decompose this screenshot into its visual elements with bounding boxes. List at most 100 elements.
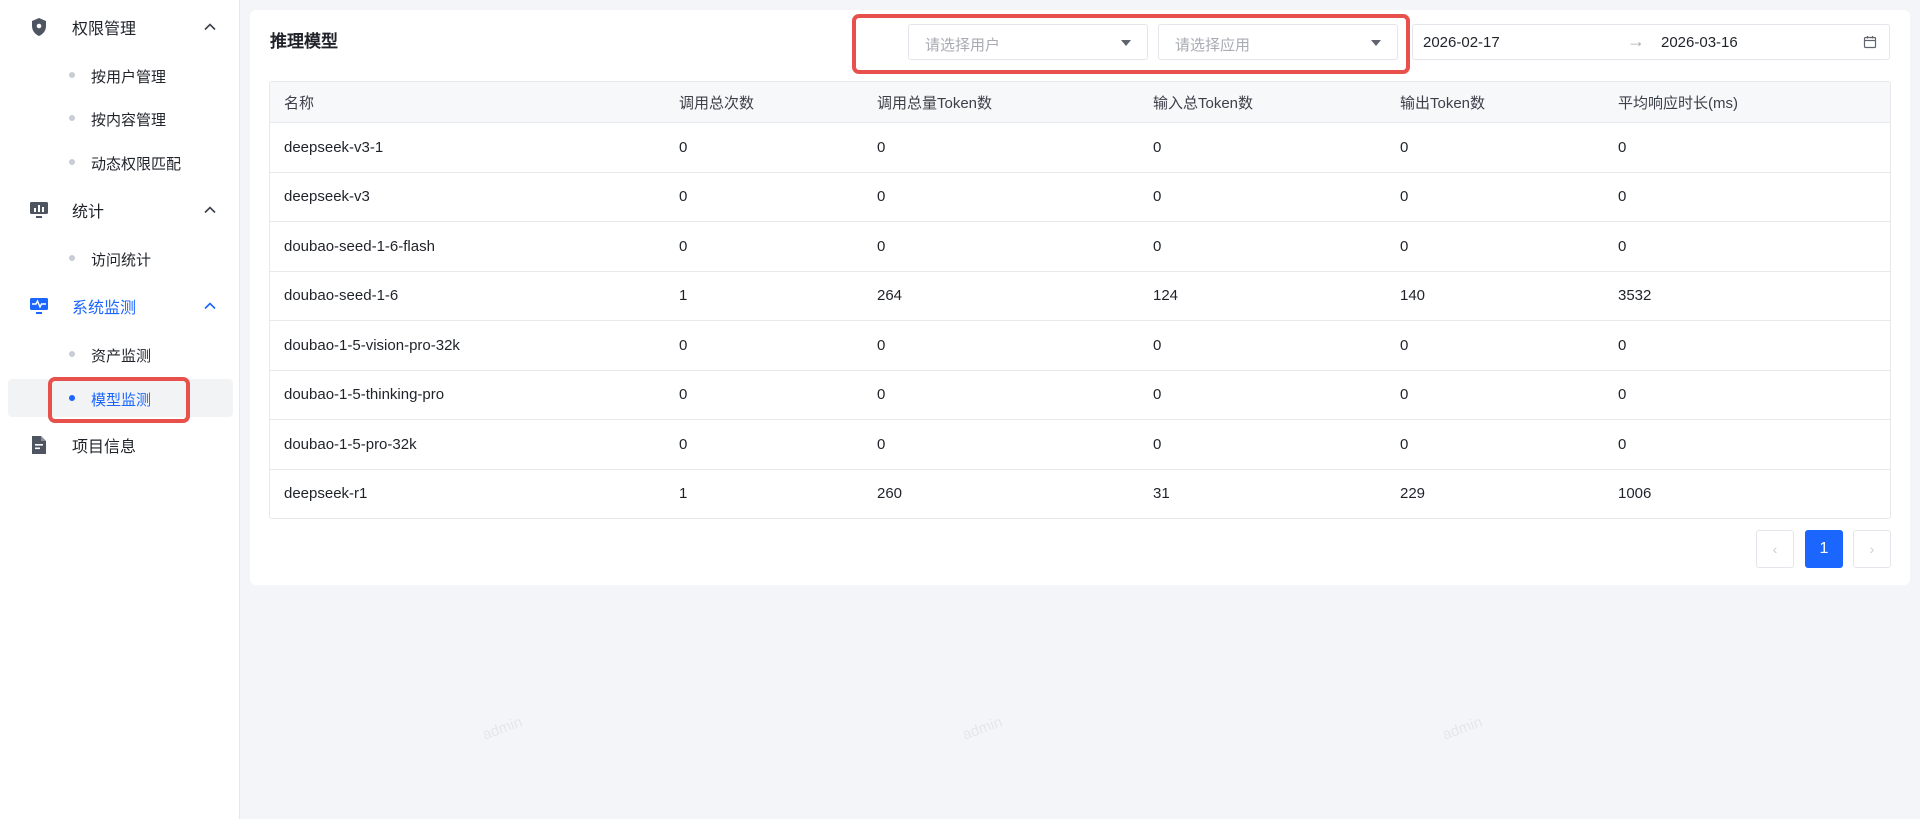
table-cell: 0 xyxy=(1618,386,1627,404)
chevron-up-icon xyxy=(202,202,218,218)
sidebar-group-label: 统计 xyxy=(72,204,105,221)
sidebar: 权限管理 按用户管理 按内容管理 动态权限匹配 统计 访问统计 系统监测 资产监… xyxy=(0,0,240,819)
page-title: 推理模型 xyxy=(270,32,338,51)
caret-down-icon xyxy=(1371,40,1381,46)
table-cell: 0 xyxy=(1400,336,1409,354)
sidebar-item-by-content[interactable]: 按内容管理 xyxy=(8,99,233,137)
table-cell: 260 xyxy=(877,485,903,503)
table-cell: 229 xyxy=(1400,485,1426,503)
sidebar-item-access-stats[interactable]: 访问统计 xyxy=(8,239,233,277)
watermark: admin xyxy=(960,713,1005,744)
table-cell: 1 xyxy=(679,287,688,305)
table-cell: 0 xyxy=(679,336,688,354)
select-placeholder: 请选择应用 xyxy=(1175,37,1251,54)
table-cell: 1 xyxy=(679,485,688,503)
caret-down-icon xyxy=(1121,40,1131,46)
table-cell: 0 xyxy=(1153,138,1162,156)
table-cell: deepseek-v3-1 xyxy=(284,138,384,156)
table-cell: deepseek-r1 xyxy=(284,485,368,503)
table-cell: 0 xyxy=(877,237,886,255)
user-select[interactable]: 请选择用户 xyxy=(908,24,1148,60)
date-start-input[interactable]: 2026-02-17 xyxy=(1423,34,1500,51)
sidebar-item-by-user[interactable]: 按用户管理 xyxy=(8,56,233,94)
sidebar-item-label: 按用户管理 xyxy=(91,69,167,86)
table-cell: 0 xyxy=(1400,386,1409,404)
sidebar-item-label: 资产监测 xyxy=(91,348,152,365)
calendar-icon[interactable] xyxy=(1863,35,1877,49)
prev-page-button[interactable]: ‹ xyxy=(1756,530,1794,568)
column-header: 调用总量Token数 xyxy=(877,94,993,112)
table-cell: 0 xyxy=(1618,237,1627,255)
bullet-dot xyxy=(69,255,75,261)
table-row: doubao-seed-1-6 1 264 124 140 3532 xyxy=(270,270,1890,321)
bullet-dot xyxy=(69,115,75,121)
column-header: 输出Token数 xyxy=(1400,94,1486,112)
chevron-up-icon xyxy=(202,19,218,35)
watermark: admin xyxy=(1440,713,1485,744)
table-cell: 0 xyxy=(1400,435,1409,453)
sidebar-item-label: 按内容管理 xyxy=(91,112,167,129)
table-cell: 264 xyxy=(877,287,903,305)
table-cell: 140 xyxy=(1400,287,1426,305)
table-cell: 0 xyxy=(1153,386,1162,404)
table-cell: 0 xyxy=(1618,138,1627,156)
app-select[interactable]: 请选择应用 xyxy=(1158,24,1398,60)
sidebar-item-label: 模型监测 xyxy=(91,392,152,409)
table-row: deepseek-v3-1 0 0 0 0 0 xyxy=(270,122,1890,172)
page-button-1[interactable]: 1 xyxy=(1805,530,1843,568)
table-cell: 0 xyxy=(679,138,688,156)
table-row: doubao-seed-1-6-flash 0 0 0 0 0 xyxy=(270,221,1890,271)
date-end-input[interactable]: 2026-03-16 xyxy=(1661,34,1738,51)
next-page-button[interactable]: › xyxy=(1853,530,1891,568)
table-cell: 0 xyxy=(1618,435,1627,453)
bullet-dot xyxy=(69,159,75,165)
sidebar-item-asset-monitor[interactable]: 资产监测 xyxy=(8,335,233,373)
bullet-dot xyxy=(69,72,75,78)
document-icon xyxy=(28,435,50,455)
table-cell: 0 xyxy=(679,435,688,453)
arrow-right-icon: → xyxy=(1627,31,1645,51)
table-cell: 0 xyxy=(1153,336,1162,354)
table-cell: 0 xyxy=(877,336,886,354)
table-cell: 0 xyxy=(1618,336,1627,354)
select-placeholder: 请选择用户 xyxy=(925,37,1001,54)
model-table: 名称 调用总次数 调用总量Token数 输入总Token数 输出Token数 平… xyxy=(269,81,1891,519)
table-cell: 3532 xyxy=(1618,287,1652,305)
column-header: 输入总Token数 xyxy=(1153,94,1254,112)
table-cell: 0 xyxy=(877,386,886,404)
table-cell: 31 xyxy=(1153,485,1170,503)
sidebar-item-label: 动态权限匹配 xyxy=(91,156,182,173)
column-header: 调用总次数 xyxy=(679,94,755,112)
table-cell: doubao-1-5-pro-32k xyxy=(284,435,417,453)
monitor-pulse-icon xyxy=(28,296,50,316)
table-cell: 1006 xyxy=(1618,485,1652,503)
sidebar-item-dynamic-permission[interactable]: 动态权限匹配 xyxy=(8,143,233,181)
table-cell: 0 xyxy=(877,188,886,206)
table-cell: doubao-seed-1-6 xyxy=(284,287,399,305)
column-header: 名称 xyxy=(284,94,315,112)
sidebar-group-label: 项目信息 xyxy=(72,439,137,456)
table-cell: 0 xyxy=(1618,188,1627,206)
watermark: admin xyxy=(480,713,525,744)
sidebar-item-model-monitor[interactable]: 模型监测 xyxy=(8,379,233,417)
sidebar-group-label: 系统监测 xyxy=(72,300,137,317)
table-row: deepseek-r1 1 260 31 229 1006 xyxy=(270,468,1890,519)
table-header: 名称 调用总次数 调用总量Token数 输入总Token数 输出Token数 平… xyxy=(270,82,1890,122)
table-row: doubao-1-5-vision-pro-32k 0 0 0 0 0 xyxy=(270,320,1890,370)
column-header: 平均响应时长(ms) xyxy=(1618,94,1738,112)
sidebar-group-system-monitor[interactable]: 系统监测 xyxy=(0,289,240,323)
sidebar-group-permissions[interactable]: 权限管理 xyxy=(0,10,240,44)
table-cell: 0 xyxy=(1153,237,1162,255)
table-cell: deepseek-v3 xyxy=(284,188,370,206)
sidebar-group-statistics[interactable]: 统计 xyxy=(0,193,240,227)
model-monitor-card: 推理模型 请选择用户 请选择应用 2026-02-17 → 2026-03-16… xyxy=(250,10,1910,585)
table-cell: 0 xyxy=(1400,138,1409,156)
table-cell: 0 xyxy=(1153,188,1162,206)
table-cell: 0 xyxy=(679,188,688,206)
sidebar-group-label: 权限管理 xyxy=(72,21,137,38)
date-range-picker[interactable]: 2026-02-17 → 2026-03-16 xyxy=(1412,24,1890,60)
table-cell: 124 xyxy=(1153,287,1179,305)
table-row: doubao-1-5-thinking-pro 0 0 0 0 0 xyxy=(270,369,1890,420)
sidebar-group-project-info[interactable]: 项目信息 xyxy=(0,428,240,462)
table-cell: 0 xyxy=(1400,237,1409,255)
